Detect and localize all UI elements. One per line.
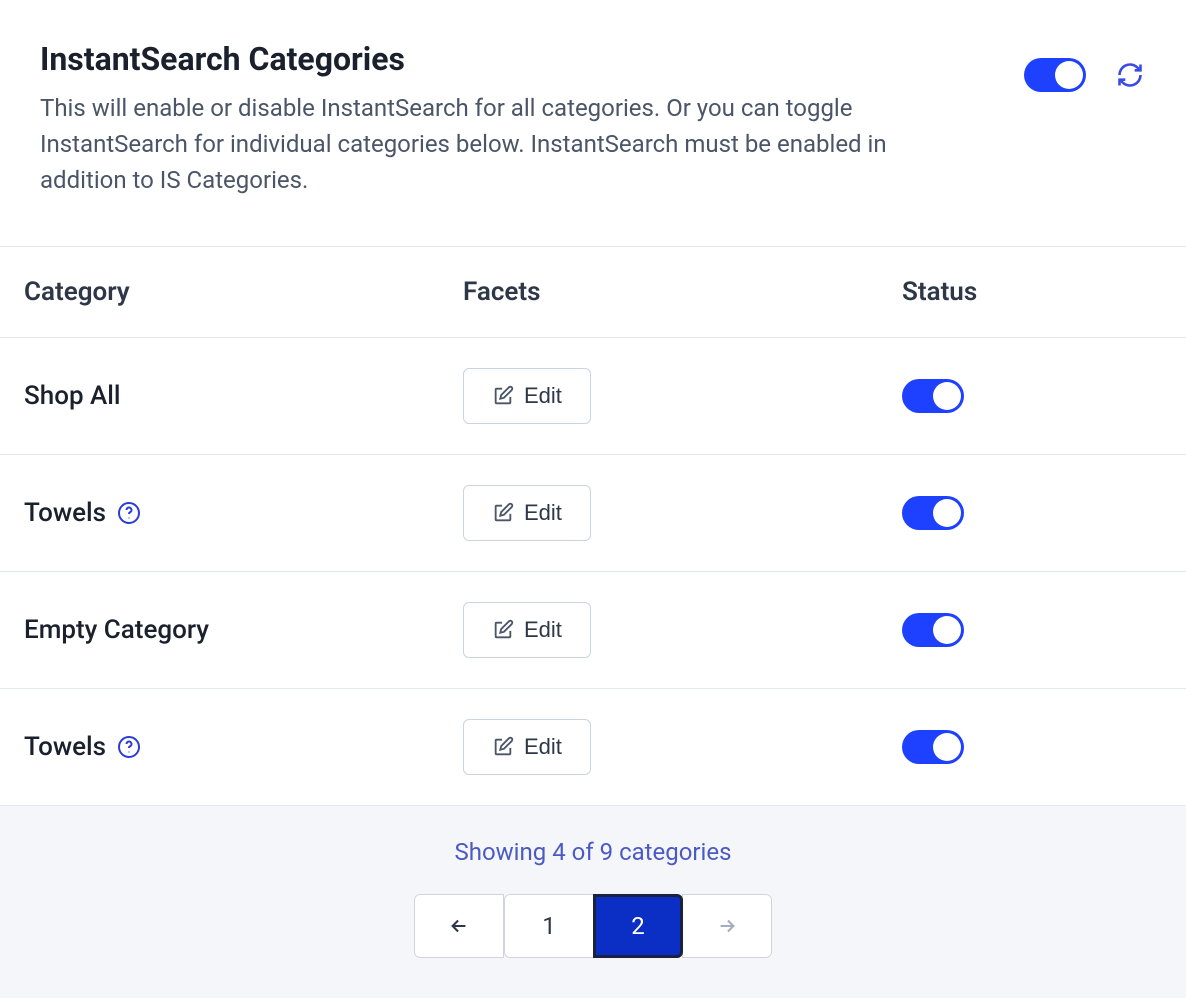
status-cell [902, 730, 1162, 764]
table-row: Empty Category Edit [0, 572, 1186, 689]
pagination-section: Showing 4 of 9 categories 12 [0, 806, 1186, 998]
column-header-status: Status [902, 277, 1162, 307]
help-icon[interactable] [116, 500, 142, 526]
pagination-prev-button[interactable] [414, 894, 504, 958]
category-name: Towels [24, 498, 106, 528]
column-header-category: Category [24, 277, 463, 307]
status-cell [902, 613, 1162, 647]
table-row: Shop All Edit [0, 338, 1186, 455]
edit-button[interactable]: Edit [463, 602, 591, 658]
table-header: Category Facets Status [0, 247, 1186, 338]
column-header-facets: Facets [463, 277, 902, 307]
page-title: InstantSearch Categories [40, 40, 984, 78]
categories-table: Category Facets Status Shop AllEditTowel… [0, 246, 1186, 806]
edit-button-label: Edit [524, 734, 562, 760]
status-toggle[interactable] [902, 379, 964, 413]
facets-cell: Edit [463, 602, 902, 658]
status-cell [902, 496, 1162, 530]
table-body: Shop All Edit Towels Edit Empty Category Edit… [0, 338, 1186, 806]
category-name: Towels [24, 732, 106, 762]
edit-button-label: Edit [524, 617, 562, 643]
status-toggle[interactable] [902, 496, 964, 530]
help-icon[interactable] [116, 734, 142, 760]
facets-cell: Edit [463, 719, 902, 775]
header-controls [1024, 40, 1146, 92]
status-cell [902, 379, 1162, 413]
header-section: InstantSearch Categories This will enabl… [0, 0, 1186, 246]
edit-button[interactable]: Edit [463, 368, 591, 424]
pagination-page-button[interactable]: 1 [504, 894, 594, 958]
category-name-cell: Towels [24, 732, 463, 762]
pagination-next-button[interactable] [682, 894, 772, 958]
category-name: Empty Category [24, 615, 209, 645]
pagination-summary: Showing 4 of 9 categories [0, 838, 1186, 866]
category-name: Shop All [24, 381, 121, 411]
edit-button-label: Edit [524, 500, 562, 526]
pagination-controls: 12 [414, 894, 772, 958]
status-toggle[interactable] [902, 613, 964, 647]
edit-button-label: Edit [524, 383, 562, 409]
pagination-page-button[interactable]: 2 [593, 894, 683, 958]
table-row: Towels Edit [0, 689, 1186, 806]
master-toggle[interactable] [1024, 58, 1086, 92]
edit-button[interactable]: Edit [463, 719, 591, 775]
status-toggle[interactable] [902, 730, 964, 764]
refresh-icon[interactable] [1114, 59, 1146, 91]
facets-cell: Edit [463, 368, 902, 424]
facets-cell: Edit [463, 485, 902, 541]
category-name-cell: Towels [24, 498, 463, 528]
category-name-cell: Shop All [24, 381, 463, 411]
header-text: InstantSearch Categories This will enabl… [40, 40, 984, 198]
edit-button[interactable]: Edit [463, 485, 591, 541]
page-description: This will enable or disable InstantSearc… [40, 90, 940, 198]
category-name-cell: Empty Category [24, 615, 463, 645]
table-row: Towels Edit [0, 455, 1186, 572]
